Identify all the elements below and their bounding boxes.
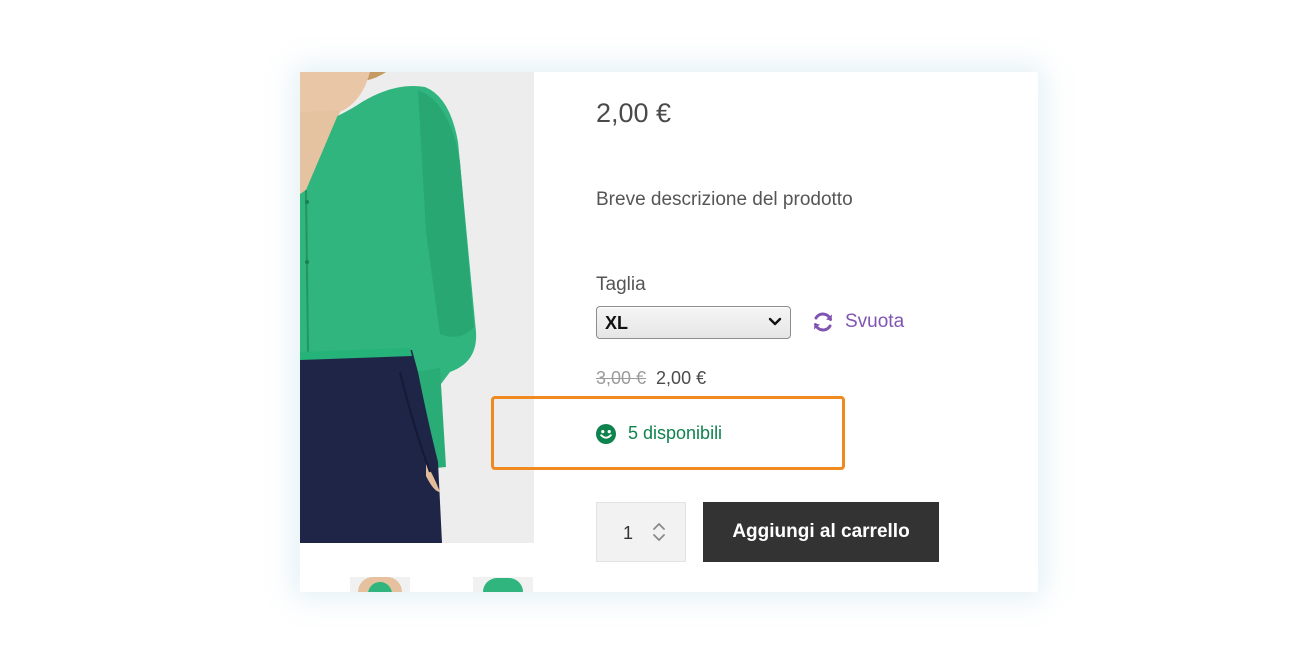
add-to-cart-button[interactable]: Aggiungi al carrello <box>703 502 939 562</box>
refresh-icon <box>814 312 832 332</box>
reset-variations-link[interactable]: Svuota <box>811 307 904 337</box>
smile-icon <box>596 423 616 444</box>
size-select-value: XL <box>605 313 629 333</box>
quantity-value[interactable]: 1 <box>623 523 633 544</box>
quantity-stepper[interactable]: 1 <box>596 502 686 562</box>
product-thumbnails <box>300 543 534 592</box>
thumbnail-1[interactable] <box>350 577 410 592</box>
product-card: 2,00 € Breve descrizione del prodotto Ta… <box>300 72 1038 592</box>
size-label: Taglia <box>596 274 646 295</box>
size-select[interactable]: XL <box>596 306 791 339</box>
product-short-description: Breve descrizione del prodotto <box>596 189 853 210</box>
sale-price: 2,00 € <box>656 368 707 388</box>
spinner-arrows-icon[interactable] <box>649 519 669 545</box>
stock-status: 5 disponibili <box>596 423 722 444</box>
regular-price: 3,00 € <box>596 368 647 388</box>
product-image[interactable] <box>300 72 534 543</box>
product-photo <box>300 72 534 543</box>
thumbnail-2[interactable] <box>473 577 533 592</box>
reset-link-label: Svuota <box>845 311 905 332</box>
product-price: 2,00 € <box>596 98 672 128</box>
variation-price: 3,00 € 2,00 € <box>596 368 706 389</box>
chevron-down-icon <box>768 317 782 326</box>
stock-text: 5 disponibili <box>628 423 723 443</box>
